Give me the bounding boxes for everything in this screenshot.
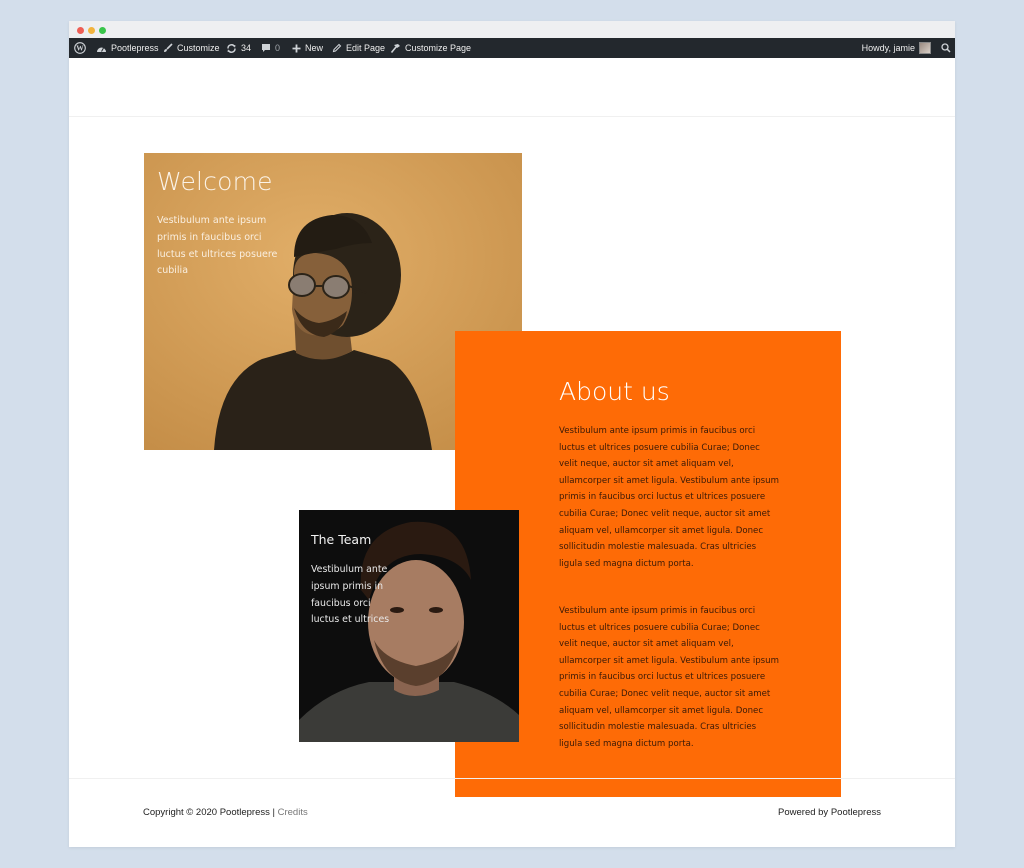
wp-admin-bar: W Pootlepress Customize 34 0 New Edit Pa… — [69, 38, 955, 58]
team-block: The Team Vestibulum ante ipsum primis in… — [299, 510, 519, 742]
updates-icon — [227, 43, 236, 53]
close-window-button[interactable] — [77, 27, 84, 34]
plus-icon — [292, 44, 301, 52]
about-us-paragraph-2: Vestibulum ante ipsum primis in faucibus… — [559, 606, 779, 749]
comments-count: 0 — [275, 43, 281, 53]
team-title: The Team — [311, 532, 372, 547]
team-text: Vestibulum ante ipsum primis in faucibus… — [311, 564, 390, 626]
updates-link[interactable]: 34 — [226, 38, 251, 58]
copyright-text: Copyright © 2020 Pootlepress | — [143, 807, 278, 818]
minimize-window-button[interactable] — [88, 27, 95, 34]
edit-page-label: Edit Page — [346, 43, 386, 53]
about-us-title: About us — [559, 377, 670, 406]
welcome-title: Welcome — [157, 167, 273, 196]
window-titlebar — [69, 21, 955, 38]
my-account-menu[interactable]: Howdy, jamie — [862, 38, 931, 58]
wordpress-icon: W — [74, 42, 86, 54]
site-name-menu[interactable]: Pootlepress — [96, 38, 159, 58]
header-divider — [69, 116, 955, 117]
comment-icon — [262, 44, 270, 52]
maximize-window-button[interactable] — [99, 27, 106, 34]
customize-page-label: Customize Page — [405, 43, 472, 53]
search-icon — [941, 43, 951, 53]
browser-window: W Pootlepress Customize 34 0 New Edit Pa… — [69, 21, 955, 847]
hammer-icon — [390, 43, 400, 53]
footer-powered-by: Powered by Pootlepress — [778, 807, 881, 818]
about-us-paragraph-1: Vestibulum ante ipsum primis in faucibus… — [559, 426, 779, 569]
new-label: New — [305, 43, 324, 53]
edit-page-link[interactable]: Edit Page — [332, 38, 385, 58]
avatar — [919, 42, 931, 54]
credits-link[interactable]: Credits — [278, 807, 308, 818]
site-name-label: Pootlepress — [111, 43, 159, 53]
svg-text:W: W — [76, 44, 84, 53]
howdy-label: Howdy, jamie — [861, 43, 915, 53]
search-toggle[interactable] — [941, 38, 951, 58]
customize-label: Customize — [177, 43, 220, 53]
brush-icon — [164, 43, 173, 52]
footer-copyright: Copyright © 2020 Pootlepress | Credits — [143, 807, 308, 818]
footer-divider — [69, 778, 955, 779]
new-content-menu[interactable]: New — [292, 38, 323, 58]
updates-count: 34 — [241, 43, 252, 53]
customize-link[interactable]: Customize — [163, 38, 220, 58]
wordpress-menu[interactable]: W — [74, 38, 86, 58]
customize-page-link[interactable]: Customize Page — [390, 38, 471, 58]
welcome-text: Vestibulum ante ipsum primis in faucibus… — [157, 215, 278, 277]
comments-link[interactable]: 0 — [261, 38, 280, 58]
pencil-icon — [332, 43, 342, 53]
dashboard-icon — [97, 47, 106, 52]
